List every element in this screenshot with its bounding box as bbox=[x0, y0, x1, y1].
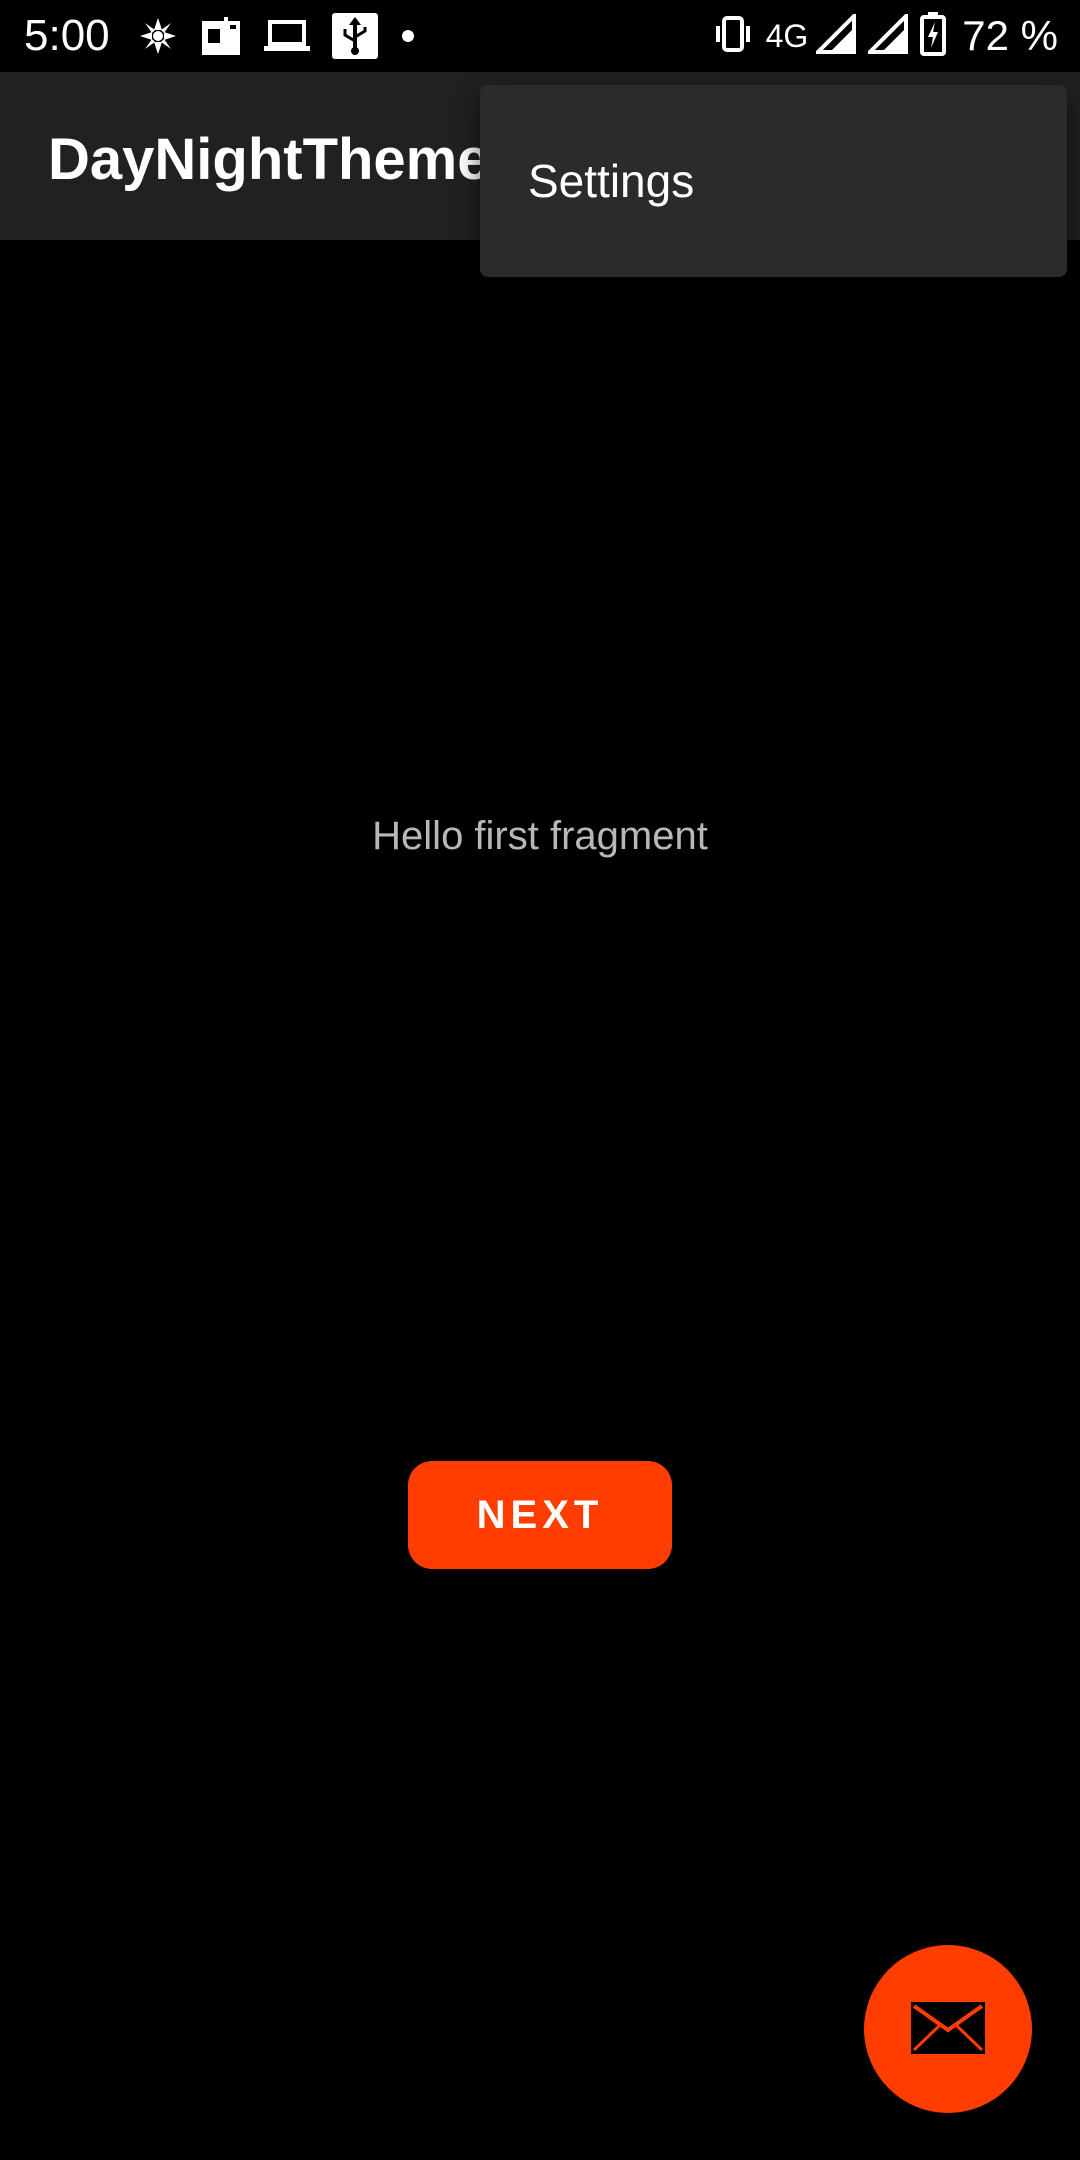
laptop-icon bbox=[264, 18, 310, 54]
usb-icon bbox=[332, 13, 378, 59]
next-button[interactable]: NEXT bbox=[408, 1461, 672, 1569]
status-left-icons bbox=[138, 13, 416, 59]
app-title: DayNightTheme bbox=[48, 127, 490, 192]
pinwheel-icon bbox=[138, 16, 178, 56]
signal-icon bbox=[865, 10, 909, 59]
signal-icon bbox=[813, 10, 857, 59]
email-fab[interactable] bbox=[864, 1945, 1032, 2113]
status-right: 4G 72 % bbox=[712, 10, 1058, 62]
email-icon bbox=[911, 2001, 985, 2057]
battery-percentage: 72 % bbox=[962, 12, 1058, 59]
overflow-menu: Settings bbox=[480, 85, 1067, 277]
status-bar: 5:00 4G 72 % bbox=[0, 0, 1080, 72]
screen: 5:00 4G 72 % DayNightTheme Settings Hell… bbox=[0, 0, 1080, 2160]
notification-dot-icon bbox=[400, 28, 416, 44]
shopping-bag-icon bbox=[200, 15, 242, 57]
menu-item-settings[interactable]: Settings bbox=[480, 85, 1067, 277]
status-time: 5:00 bbox=[24, 11, 110, 60]
fragment-message: Hello first fragment bbox=[372, 814, 708, 858]
vibrate-icon bbox=[712, 15, 754, 57]
battery-charging-icon bbox=[920, 11, 947, 61]
network-type-label: 4G bbox=[765, 17, 809, 54]
